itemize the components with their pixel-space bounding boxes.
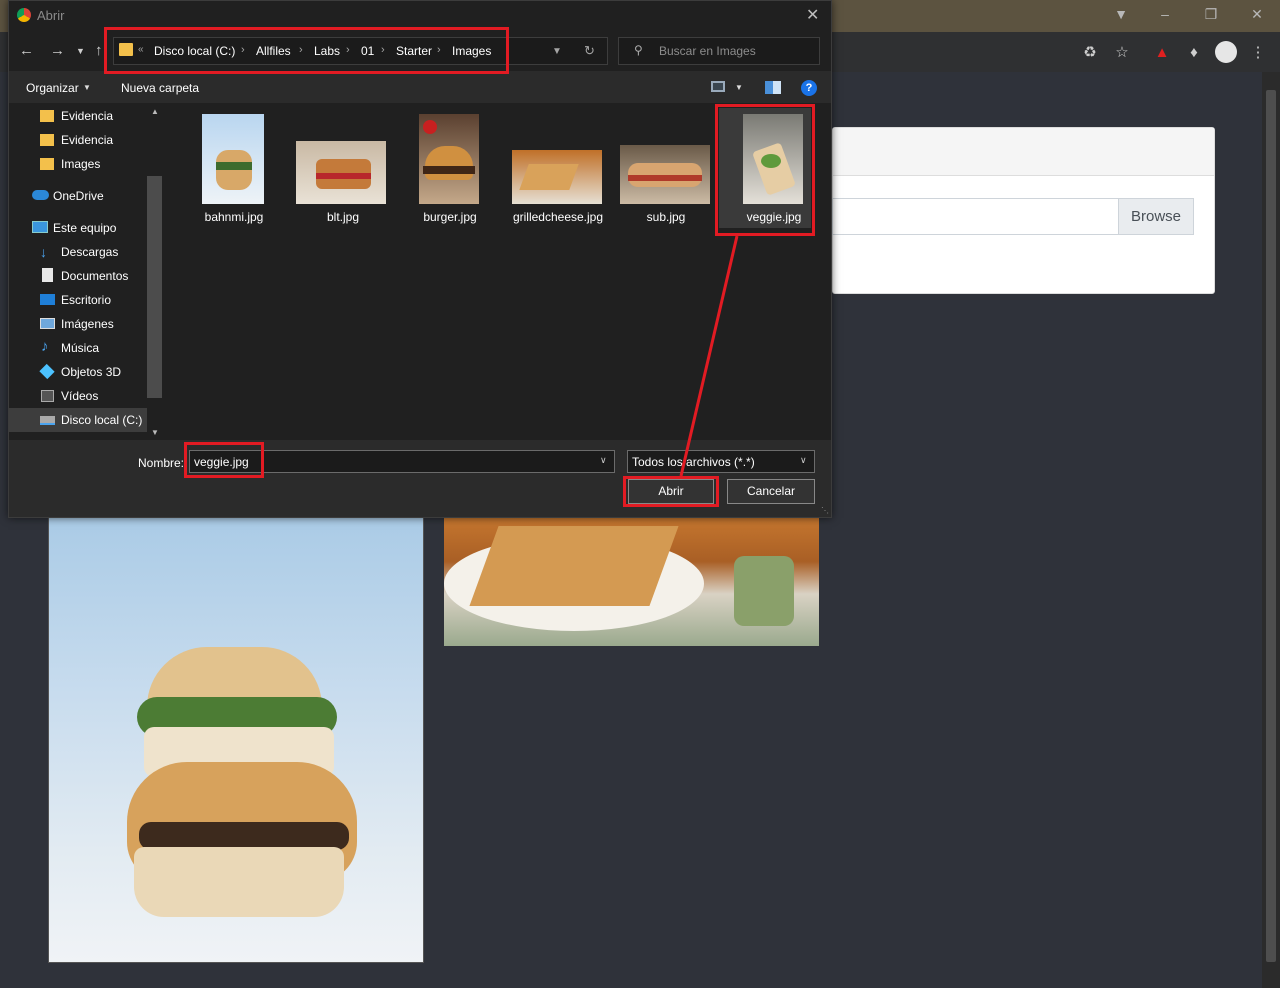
annotation-arrow (679, 235, 739, 477)
